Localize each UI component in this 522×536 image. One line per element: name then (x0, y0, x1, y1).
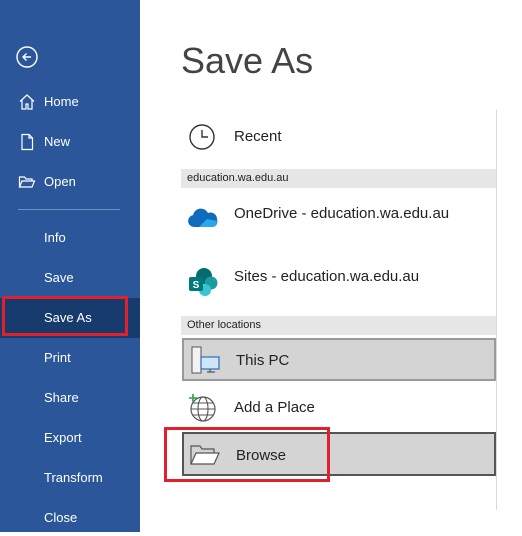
location-this-pc[interactable]: This PC (182, 338, 496, 381)
sidebar-item-export[interactable]: Export (0, 420, 140, 456)
location-label: This PC (236, 352, 290, 369)
home-icon (18, 93, 36, 111)
svg-text:S: S (193, 280, 200, 291)
clock-icon (187, 122, 217, 156)
sidebar-divider (18, 209, 120, 210)
sidebar-item-print[interactable]: Print (0, 340, 140, 376)
onedrive-icon (187, 207, 219, 233)
section-header-other-locations: Other locations (181, 316, 496, 335)
sidebar-item-label: Export (44, 430, 82, 445)
this-pc-icon (189, 345, 221, 381)
back-arrow-icon[interactable] (16, 46, 38, 68)
folder-open-icon (18, 173, 36, 191)
sidebar-item-info[interactable]: Info (0, 220, 140, 256)
sidebar-item-open[interactable]: Open (0, 164, 140, 200)
location-label: Add a Place (234, 399, 315, 416)
sidebar-item-label: Open (44, 174, 76, 189)
location-label: Recent (234, 128, 282, 145)
sidebar-item-label: Close (44, 510, 78, 525)
sidebar-item-close[interactable]: Close (0, 500, 140, 536)
add-place-globe-icon (187, 392, 219, 428)
location-onedrive[interactable]: OneDrive - education.wa.edu.au (182, 197, 496, 241)
location-add-a-place[interactable]: Add a Place (182, 388, 496, 428)
sidebar-item-label: New (44, 134, 71, 149)
location-label: Sites - education.wa.edu.au (234, 268, 420, 285)
sidebar-item-transform[interactable]: Transform (0, 460, 140, 496)
section-header-education: education.wa.edu.au (181, 169, 496, 188)
sidebar-item-label: Print (44, 350, 71, 365)
location-label: OneDrive - education.wa.edu.au (234, 205, 450, 222)
sidebar-item-label: Home (44, 94, 79, 109)
sidebar-item-label: Info (44, 230, 66, 245)
location-recent[interactable]: Recent (182, 118, 496, 156)
backstage-sidebar: Home New Open Info Save Save As Print Sh… (0, 0, 140, 532)
sidebar-item-new[interactable]: New (0, 124, 140, 160)
sidebar-item-save[interactable]: Save (0, 260, 140, 296)
sharepoint-icon: S (187, 266, 219, 302)
sidebar-item-label: Transform (44, 470, 103, 485)
sidebar-item-home[interactable]: Home (0, 84, 140, 120)
new-document-icon (18, 133, 36, 151)
highlight-box-save-as (2, 296, 128, 336)
sidebar-item-label: Save (44, 270, 74, 285)
sidebar-item-label: Share (44, 390, 79, 405)
pane-divider (496, 110, 497, 510)
sidebar-item-share[interactable]: Share (0, 380, 140, 416)
location-sites[interactable]: S Sites - education.wa.edu.au (182, 258, 496, 302)
page-title: Save As (181, 40, 314, 81)
highlight-box-browse (164, 427, 330, 482)
